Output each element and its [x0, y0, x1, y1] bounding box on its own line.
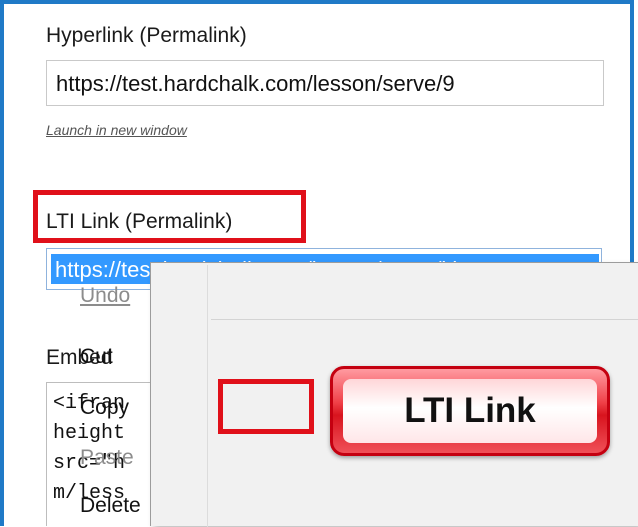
hyperlink-value: https://test.hardchalk.com/lesson/serve/…	[56, 71, 455, 96]
menu-item-undo-label: Undo	[80, 284, 131, 307]
launch-new-window-link[interactable]: Launch in new window	[46, 122, 187, 138]
menu-item-copy[interactable]: Copy	[80, 396, 129, 420]
menu-separator	[211, 319, 638, 320]
lti-link-callout: LTI Link	[330, 366, 610, 456]
copy-highlight-box	[218, 379, 314, 434]
callout-text: LTI Link	[404, 391, 536, 430]
menu-icon-gutter	[207, 265, 208, 527]
hyperlink-label: Hyperlink (Permalink)	[46, 24, 247, 47]
menu-item-cut[interactable]: Cut	[80, 345, 113, 369]
menu-item-undo[interactable]: Undo	[80, 284, 130, 308]
menu-item-paste[interactable]: Paste	[80, 446, 134, 470]
lti-label-highlight-box	[33, 190, 306, 243]
menu-item-delete[interactable]: Delete	[80, 494, 141, 518]
embed-code-line: height	[53, 422, 126, 445]
hyperlink-field[interactable]: https://test.hardchalk.com/lesson/serve/…	[46, 60, 604, 106]
